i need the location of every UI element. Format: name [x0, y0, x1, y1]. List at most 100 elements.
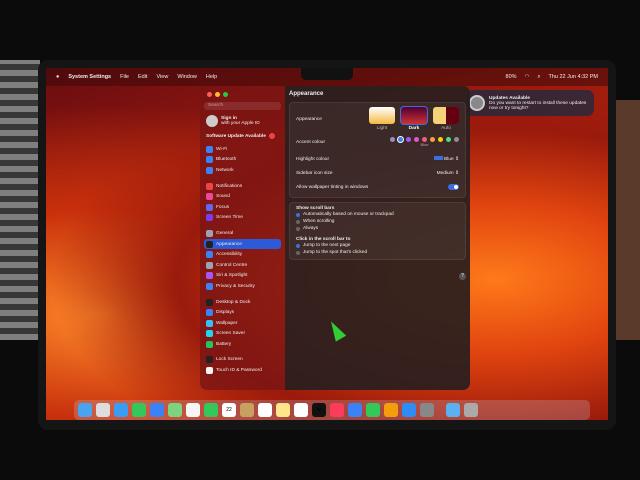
dock-safari-icon[interactable] — [114, 403, 128, 417]
tinting-toggle[interactable] — [448, 184, 459, 190]
sidebar-item-accessibility[interactable]: Accessibility — [204, 249, 281, 260]
radio-option[interactable]: Automatically based on mouse or trackpad — [296, 211, 459, 218]
dock-trash-icon[interactable] — [464, 403, 478, 417]
radio-button[interactable] — [296, 250, 300, 255]
update-badge — [268, 133, 275, 139]
radio-option[interactable]: When scrolling — [296, 218, 459, 225]
sidebar-item-focus[interactable]: Focus — [204, 202, 281, 213]
dock-calendar-icon[interactable]: 22 — [222, 403, 236, 417]
dock-music-icon[interactable] — [330, 403, 344, 417]
mode-dark[interactable]: Dark — [400, 106, 428, 131]
sidebar-item-control-centre[interactable]: Control Centre — [204, 260, 281, 271]
sidebar-item-general[interactable]: General — [204, 228, 281, 239]
apple-id-sign-in[interactable]: Sign in with your Apple ID — [206, 115, 279, 127]
apple-menu-icon[interactable]: ● — [56, 74, 59, 80]
tinting-label: Allow wallpaper tinting in windows — [296, 184, 369, 190]
update-notification[interactable]: Updates Available Do you want to restart … — [466, 90, 594, 116]
accent-swatch[interactable] — [454, 136, 459, 142]
software-update-label: Software Update Available — [206, 133, 266, 139]
close-button[interactable] — [207, 92, 212, 97]
accent-swatch[interactable] — [406, 136, 411, 142]
sidebar-icon-size-select[interactable]: Medium ⇕ — [437, 171, 459, 176]
battery-percent[interactable]: 80% — [506, 74, 517, 81]
radio-button[interactable] — [296, 243, 300, 248]
software-update-item[interactable]: Software Update Available — [206, 133, 279, 139]
accent-swatch[interactable] — [438, 136, 443, 142]
menu-view[interactable]: View — [156, 74, 168, 80]
accent-swatch[interactable] — [430, 136, 435, 142]
dock-launchpad-icon[interactable] — [96, 403, 110, 417]
sidebar-item-privacy-security[interactable]: Privacy & Security — [204, 281, 281, 292]
sidebar-item-label: Wallpaper — [216, 320, 238, 326]
dock-app-store-icon[interactable] — [402, 403, 416, 417]
sidebar-item-touch-id-password[interactable]: Touch ID & Password — [204, 365, 281, 376]
sidebar-item-appearance[interactable]: Appearance — [204, 238, 281, 250]
dock-finder-icon[interactable] — [78, 403, 92, 417]
sidebar-item-sound[interactable]: Sound — [204, 191, 281, 202]
sidebar-item-lock-screen[interactable]: Lock Screen — [204, 355, 281, 366]
radio-option[interactable]: Jump to the spot that's clicked — [296, 249, 459, 256]
highlight-colour-select[interactable]: Blue ⇕ — [433, 156, 459, 162]
dock-notes-icon[interactable] — [276, 403, 290, 417]
radio-button[interactable] — [296, 212, 300, 217]
dock-system-settings-icon[interactable] — [420, 403, 434, 417]
radio-option[interactable]: Jump to the next page — [296, 242, 459, 249]
dock-mail-icon[interactable] — [150, 403, 164, 417]
sidebar-item-battery[interactable]: Battery — [204, 339, 281, 350]
minimize-button[interactable] — [215, 92, 220, 97]
sidebar-item-network[interactable]: Network — [204, 165, 281, 176]
sidebar-item-screen-time[interactable]: Screen Time — [204, 213, 281, 224]
sidebar-item-wallpaper[interactable]: Wallpaper — [204, 318, 281, 329]
dock-pages-icon[interactable] — [384, 403, 398, 417]
search-icon[interactable]: ⌕ — [537, 74, 540, 81]
menu-edit[interactable]: Edit — [138, 74, 147, 80]
mode-auto[interactable]: Auto — [433, 107, 459, 131]
accent-swatch[interactable] — [414, 136, 419, 142]
menu-window[interactable]: Window — [177, 74, 197, 80]
sidebar-item-siri-spotlight[interactable]: Siri & Spotlight — [204, 271, 281, 282]
background-wall — [0, 60, 40, 340]
dock-contacts-icon[interactable] — [240, 403, 254, 417]
app-menu[interactable]: System Settings — [68, 74, 111, 80]
accent-swatch[interactable] — [397, 135, 404, 143]
sidebar-item-label: Control Centre — [216, 262, 248, 268]
sidebar-item-label: Desktop & Dock — [216, 299, 251, 305]
radio-button[interactable] — [296, 219, 300, 224]
zoom-button[interactable] — [223, 92, 228, 97]
dock-downloads-folder-icon[interactable] — [446, 403, 460, 417]
sidebar-item-screen-saver[interactable]: Screen Saver — [204, 329, 281, 340]
sidebar-icon-size-label: Sidebar icon size — [296, 170, 333, 176]
dock-photos-icon[interactable] — [186, 403, 200, 417]
accent-swatch[interactable] — [390, 136, 395, 142]
search-input[interactable]: Search — [204, 102, 281, 110]
menu-help[interactable]: Help — [206, 74, 217, 80]
sidebar-item-wi-fi[interactable]: Wi-Fi — [204, 144, 281, 155]
sidebar-item-label: Network — [216, 167, 234, 173]
dock-messages-icon[interactable] — [132, 403, 146, 417]
dock-facetime-icon[interactable] — [204, 403, 218, 417]
sidebar-item-label: Privacy & Security — [216, 283, 255, 289]
sidebar-item-notifications[interactable]: Notifications — [204, 181, 281, 192]
dock-tv-icon[interactable]: tv — [312, 403, 326, 417]
sidebar-item-bluetooth[interactable]: Bluetooth — [204, 155, 281, 166]
dock-maps-icon[interactable] — [168, 403, 182, 417]
sidebar-item-label: Siri & Spotlight — [216, 273, 248, 279]
radio-option[interactable]: Always — [296, 225, 459, 232]
dock-freeform-icon[interactable] — [294, 403, 308, 417]
wifi-icon[interactable]: ◠ — [525, 74, 530, 81]
menu-file[interactable]: File — [120, 74, 129, 80]
mode-light[interactable]: Light — [369, 107, 395, 131]
sidebar-item-desktop-dock[interactable]: Desktop & Dock — [204, 297, 281, 308]
radio-button[interactable] — [296, 226, 300, 231]
clock[interactable]: Thu 22 Jun 4:32 PM — [548, 74, 598, 81]
help-button[interactable]: ? — [459, 273, 466, 280]
dock-numbers-icon[interactable] — [366, 403, 380, 417]
dock-keynote-icon[interactable] — [348, 403, 362, 417]
search-placeholder: Search — [208, 103, 224, 108]
sidebar-item-label: Notifications — [216, 183, 243, 189]
dock-reminders-icon[interactable] — [258, 403, 272, 417]
sidebar-item-displays[interactable]: Displays — [204, 307, 281, 318]
radio-label: Jump to the spot that's clicked — [303, 250, 368, 255]
accent-swatch[interactable] — [446, 136, 451, 142]
sidebar-item-label: Screen Saver — [216, 331, 246, 337]
